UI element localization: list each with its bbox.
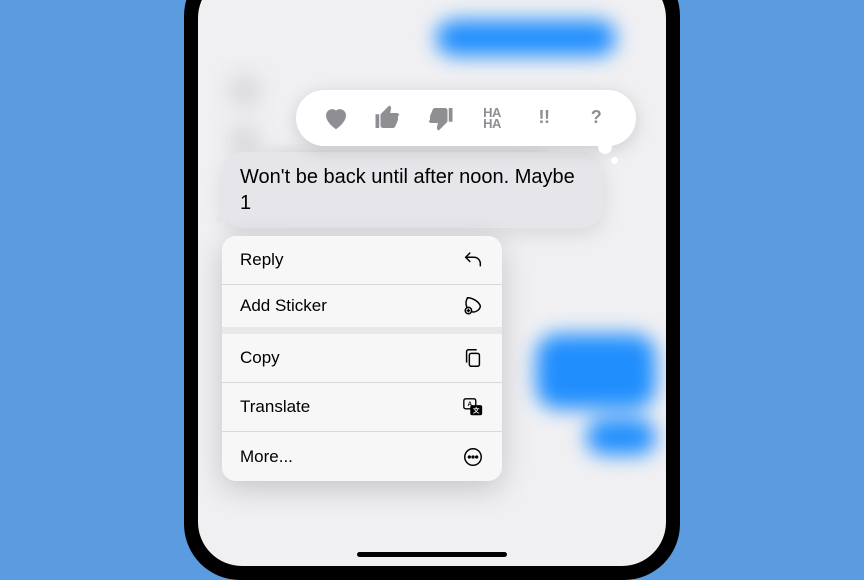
phone-screen: HA HA !! ? Won't be back until after noo… (198, 0, 666, 566)
menu-label: Reply (240, 250, 283, 270)
message-bubble[interactable]: Won't be back until after noon. Maybe 1 (222, 152, 604, 228)
context-menu: Reply Add Sticker Copy Translate (222, 236, 502, 481)
tapback-thumbs-up[interactable] (373, 103, 403, 133)
menu-label: Add Sticker (240, 296, 327, 316)
tapback-bar: HA HA !! ? (296, 90, 636, 146)
tapback-heart[interactable] (321, 103, 351, 133)
sticker-icon (462, 295, 484, 317)
menu-label: Translate (240, 397, 310, 417)
tapback-exclaim[interactable]: !! (529, 103, 559, 133)
menu-translate[interactable]: Translate A文 (222, 383, 502, 432)
tapback-haha[interactable]: HA HA (477, 103, 507, 133)
phone-frame: HA HA !! ? Won't be back until after noo… (184, 0, 680, 580)
copy-icon (462, 347, 484, 369)
menu-copy[interactable]: Copy (222, 334, 502, 383)
reply-icon (462, 249, 484, 271)
tapback-thumbs-down[interactable] (425, 103, 455, 133)
menu-add-sticker[interactable]: Add Sticker (222, 285, 502, 334)
message-text: Won't be back until after noon. Maybe 1 (240, 166, 575, 214)
more-icon (462, 446, 484, 468)
translate-icon: A文 (462, 396, 484, 418)
home-indicator[interactable] (357, 552, 507, 557)
menu-label: More... (240, 447, 293, 467)
svg-text:文: 文 (473, 406, 480, 415)
menu-more[interactable]: More... (222, 432, 502, 481)
tapback-question[interactable]: ? (581, 103, 611, 133)
menu-reply[interactable]: Reply (222, 236, 502, 285)
menu-label: Copy (240, 348, 280, 368)
